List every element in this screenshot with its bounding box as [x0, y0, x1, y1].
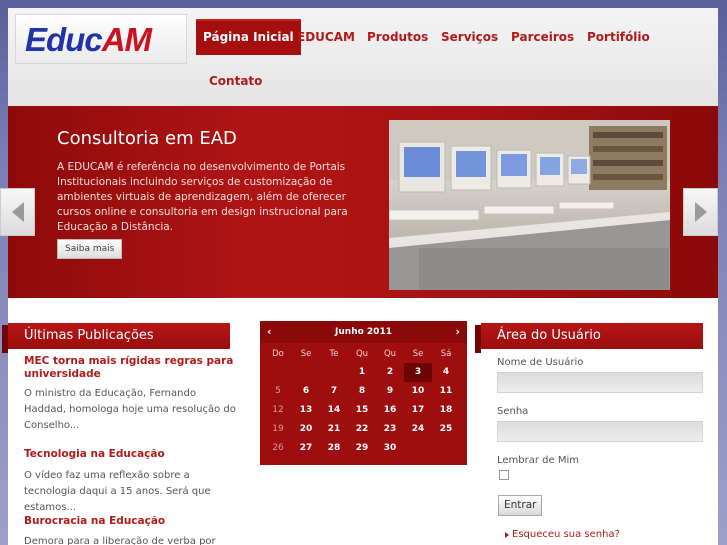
calendar-day[interactable]: 15 [348, 401, 376, 420]
calendar-day[interactable]: 4 [432, 363, 460, 382]
calendar-day[interactable]: 27 [292, 439, 320, 458]
calendar-day[interactable]: 28 [320, 439, 348, 458]
publication-title[interactable]: Tecnologia na Educação [24, 448, 236, 461]
nav-item-portifolio[interactable]: Portifólio [580, 19, 657, 55]
calendar-weekday: Do [272, 349, 284, 359]
nav-item-parceiros[interactable]: Parceiros [504, 19, 581, 55]
calendar-day[interactable]: 12 [264, 401, 292, 420]
publication-title[interactable]: MEC torna mais rígidas regras para unive… [24, 355, 236, 381]
banner-image [389, 120, 670, 290]
logo[interactable]: EducAM [15, 14, 187, 64]
calendar-day[interactable]: 22 [348, 420, 376, 439]
calendar-day[interactable]: 25 [432, 420, 460, 439]
arrow-left-icon [12, 202, 24, 222]
calendar-day[interactable]: 19 [264, 420, 292, 439]
username-label: Nome de Usuário [497, 357, 584, 368]
calendar-day[interactable]: 6 [292, 382, 320, 401]
header: EducAM Página Inicial EDUCAM Produtos Se… [8, 8, 718, 106]
calendar-day[interactable]: 9 [376, 382, 404, 401]
calendar-day[interactable]: 3 [404, 363, 432, 382]
publication-excerpt: Demora para a liberação de verba por par… [24, 536, 216, 545]
calendar-day[interactable]: 23 [376, 420, 404, 439]
logo-text: EducAM [25, 20, 152, 60]
calendar-day[interactable]: 8 [348, 382, 376, 401]
calendar-day[interactable]: 2 [376, 363, 404, 382]
calendar-day[interactable]: 5 [264, 382, 292, 401]
logo-educ: Educ [25, 21, 103, 58]
nav-item-servicos[interactable]: Serviços [434, 19, 505, 55]
calendar-day[interactable]: 30 [376, 439, 404, 458]
page-container: EducAM Página Inicial EDUCAM Produtos Se… [0, 8, 718, 545]
calendar-day[interactable]: 11 [432, 382, 460, 401]
publication-title[interactable]: Burocracia na Educação [24, 515, 236, 528]
remember-checkbox[interactable] [499, 470, 509, 480]
calendar-day[interactable]: 17 [404, 401, 432, 420]
banner-title: Consultoria em EAD [57, 128, 237, 149]
publications-heading: Últimas Publicações [2, 323, 230, 353]
calendar-weekday: Se [300, 349, 312, 359]
banner-next-button[interactable] [683, 188, 718, 236]
forgot-password-link[interactable]: Esqueceu sua senha? [512, 529, 620, 540]
calendar-day[interactable]: 26 [264, 439, 292, 458]
user-area-heading: Área do Usuário [475, 323, 703, 353]
featured-banner: Consultoria em EAD A EDUCAM é referência… [8, 106, 718, 298]
nav-item-produtos[interactable]: Produtos [360, 19, 435, 55]
calendar-weekday: Qu [355, 349, 369, 359]
calendar-weekday: Qu [383, 349, 397, 359]
banner-prev-button[interactable] [0, 188, 35, 236]
calendar-weekday: Te [329, 349, 339, 359]
nav-item-contato[interactable]: Contato [202, 63, 269, 99]
password-label: Senha [497, 406, 529, 417]
calendar-day[interactable]: 7 [320, 382, 348, 401]
calendar-day[interactable]: 18 [432, 401, 460, 420]
calendar-day[interactable]: 24 [404, 420, 432, 439]
calendar-day[interactable]: 14 [320, 401, 348, 420]
publication-excerpt: O vídeo faz uma reflexão sobre a tecnolo… [24, 470, 211, 513]
login-button[interactable]: Entrar [498, 495, 543, 516]
nav-item-pagina-inicial[interactable]: Página Inicial [196, 19, 301, 55]
calendar: Junho 2011 ‹ › Do Se Te Qu Qu Se Sá 1 2 3 4 5 6 7 8 9 10… [260, 321, 467, 465]
calendar-day[interactable]: 10 [404, 382, 432, 401]
banner-text: A EDUCAM é referência no desenvolvimento… [57, 161, 348, 233]
calendar-day[interactable]: 1 [348, 363, 376, 382]
calendar-weekday: Sá [440, 349, 452, 359]
nav-item-educam[interactable]: EDUCAM [290, 19, 362, 55]
calendar-next-button[interactable]: › [455, 321, 460, 343]
calendar-day[interactable]: 29 [348, 439, 376, 458]
calendar-month: Junho 2011 [260, 321, 467, 343]
arrow-right-icon [695, 202, 707, 222]
remember-label: Lembrar de Mim [497, 455, 579, 466]
main-nav: Página Inicial EDUCAM Produtos Serviços … [194, 16, 714, 100]
calendar-day[interactable]: 13 [292, 401, 320, 420]
calendar-day[interactable]: 20 [292, 420, 320, 439]
calendar-day[interactable]: 16 [376, 401, 404, 420]
calendar-day[interactable]: 21 [320, 420, 348, 439]
password-field[interactable] [497, 421, 703, 442]
bullet-arrow-icon [505, 532, 509, 538]
saiba-mais-button[interactable]: Saiba mais [57, 239, 123, 259]
calendar-weekday: Se [412, 349, 424, 359]
calendar-prev-button[interactable]: ‹ [267, 321, 272, 343]
publication-excerpt: O ministro da Educação, Fernando Haddad,… [24, 388, 236, 431]
logo-am: AM [101, 21, 152, 58]
username-field[interactable] [497, 372, 703, 393]
computer-lab-illustration [389, 120, 670, 290]
